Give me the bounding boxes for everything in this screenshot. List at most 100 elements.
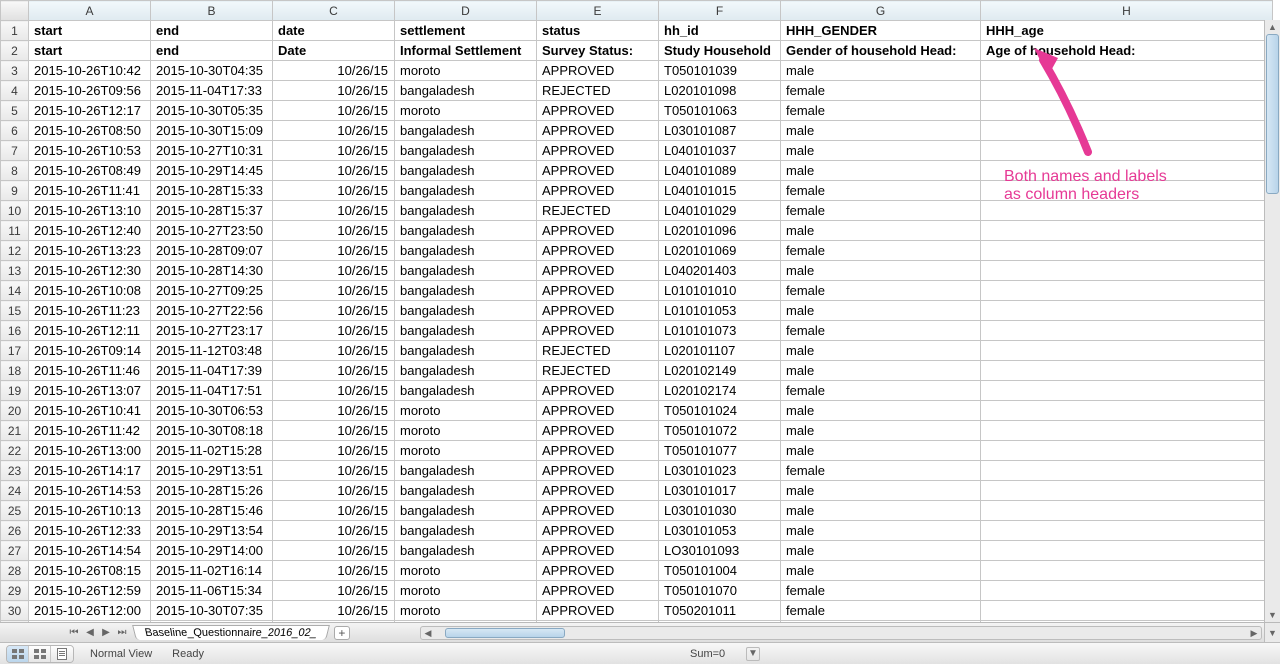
cell[interactable]: 2015-10-26T11:42 xyxy=(29,421,151,441)
row-header[interactable]: 11 xyxy=(1,221,29,241)
scroll-right-icon[interactable]: ▶ xyxy=(1247,627,1261,639)
cell[interactable]: 2015-10-26T12:00 xyxy=(29,601,151,621)
cell[interactable]: T050101039 xyxy=(659,61,781,81)
cell[interactable] xyxy=(981,461,1273,481)
row-header[interactable]: 18 xyxy=(1,361,29,381)
scroll-up-icon[interactable]: ▲ xyxy=(1265,20,1280,34)
cell[interactable]: T050101070 xyxy=(659,581,781,601)
cell[interactable]: 10/26/15 xyxy=(273,321,395,341)
cell[interactable]: 2015-10-29T14:00 xyxy=(151,541,273,561)
horizontal-scroll-thumb[interactable] xyxy=(445,628,565,638)
cell[interactable] xyxy=(981,121,1273,141)
cell[interactable]: male xyxy=(781,161,981,181)
cell[interactable]: male xyxy=(781,481,981,501)
cell[interactable]: 2015-10-26T09:14 xyxy=(29,341,151,361)
cell[interactable]: 2015-10-26T12:11 xyxy=(29,321,151,341)
cell[interactable]: bangaladesh xyxy=(395,361,537,381)
cell[interactable]: 2015-10-26T08:15 xyxy=(29,561,151,581)
cell[interactable]: 2015-10-30T05:35 xyxy=(151,101,273,121)
cell[interactable]: L030101017 xyxy=(659,481,781,501)
cell[interactable]: L020101107 xyxy=(659,341,781,361)
cell[interactable] xyxy=(981,341,1273,361)
cell[interactable]: 10/26/15 xyxy=(273,341,395,361)
cell[interactable]: bangaladesh xyxy=(395,461,537,481)
cell[interactable]: female xyxy=(781,201,981,221)
cell[interactable] xyxy=(981,181,1273,201)
row-header[interactable]: 27 xyxy=(1,541,29,561)
cell[interactable]: HHH_GENDER xyxy=(781,21,981,41)
cell[interactable]: APPROVED xyxy=(537,561,659,581)
cell[interactable]: 2015-10-29T14:45 xyxy=(151,161,273,181)
cell[interactable]: Date xyxy=(273,41,395,61)
cell[interactable]: APPROVED xyxy=(537,101,659,121)
cell[interactable]: 2015-10-26T14:53 xyxy=(29,481,151,501)
cell[interactable]: L020102174 xyxy=(659,381,781,401)
cell[interactable]: 2015-10-29T13:51 xyxy=(151,461,273,481)
cell[interactable]: female xyxy=(781,581,981,601)
add-sheet-button[interactable]: + xyxy=(334,626,350,640)
row-header[interactable]: 22 xyxy=(1,441,29,461)
cell[interactable]: APPROVED xyxy=(537,381,659,401)
row-header[interactable]: 8 xyxy=(1,161,29,181)
cell[interactable]: bangaladesh xyxy=(395,201,537,221)
cell[interactable]: 2015-10-30T08:18 xyxy=(151,421,273,441)
cell[interactable]: female xyxy=(781,101,981,121)
cell[interactable]: REJECTED xyxy=(537,81,659,101)
cell[interactable]: bangaladesh xyxy=(395,221,537,241)
cell[interactable]: moroto xyxy=(395,581,537,601)
column-header[interactable]: E xyxy=(537,1,659,21)
cell[interactable]: 2015-10-26T10:42 xyxy=(29,61,151,81)
cell[interactable]: 10/26/15 xyxy=(273,201,395,221)
cell[interactable] xyxy=(981,101,1273,121)
cell[interactable]: L040201403 xyxy=(659,261,781,281)
cell[interactable] xyxy=(981,401,1273,421)
cell[interactable]: 2015-10-26T13:00 xyxy=(29,441,151,461)
row-header[interactable]: 14 xyxy=(1,281,29,301)
cell[interactable]: 2015-10-28T14:30 xyxy=(151,261,273,281)
cell[interactable]: female xyxy=(781,461,981,481)
cell[interactable] xyxy=(981,301,1273,321)
row-header[interactable]: 30 xyxy=(1,601,29,621)
cell[interactable] xyxy=(981,601,1273,621)
cell[interactable]: APPROVED xyxy=(537,141,659,161)
cell[interactable]: 10/26/15 xyxy=(273,261,395,281)
cell[interactable]: male xyxy=(781,341,981,361)
cell[interactable]: male xyxy=(781,421,981,441)
row-header[interactable]: 20 xyxy=(1,401,29,421)
cell[interactable]: REJECTED xyxy=(537,201,659,221)
cell[interactable]: APPROVED xyxy=(537,521,659,541)
cell[interactable]: male xyxy=(781,121,981,141)
cell[interactable]: bangaladesh xyxy=(395,321,537,341)
column-header[interactable]: D xyxy=(395,1,537,21)
cell[interactable]: APPROVED xyxy=(537,181,659,201)
cell[interactable]: 2015-11-02T16:14 xyxy=(151,561,273,581)
cell[interactable]: 2015-11-04T17:39 xyxy=(151,361,273,381)
cell[interactable]: L020101096 xyxy=(659,221,781,241)
cell[interactable]: HHH_age xyxy=(981,21,1273,41)
cell[interactable]: end xyxy=(151,21,273,41)
row-header[interactable]: 17 xyxy=(1,341,29,361)
cell[interactable]: L020101069 xyxy=(659,241,781,261)
column-header[interactable]: C xyxy=(273,1,395,21)
cell[interactable]: L030101023 xyxy=(659,461,781,481)
row-header[interactable]: 23 xyxy=(1,461,29,481)
cell[interactable]: 2015-10-26T13:23 xyxy=(29,241,151,261)
cell[interactable]: 10/26/15 xyxy=(273,441,395,461)
cell[interactable]: female xyxy=(781,181,981,201)
cell[interactable]: 2015-10-26T11:23 xyxy=(29,301,151,321)
row-header[interactable]: 13 xyxy=(1,261,29,281)
cell[interactable]: APPROVED xyxy=(537,441,659,461)
cell[interactable] xyxy=(981,421,1273,441)
cell[interactable] xyxy=(981,61,1273,81)
cell[interactable] xyxy=(981,221,1273,241)
cell[interactable]: APPROVED xyxy=(537,301,659,321)
cell[interactable]: 2015-11-02T15:28 xyxy=(151,441,273,461)
cell[interactable]: T050101063 xyxy=(659,101,781,121)
cell[interactable]: APPROVED xyxy=(537,261,659,281)
tab-last-icon[interactable]: ⏭ xyxy=(114,626,130,640)
cell[interactable]: 2015-11-04T17:51 xyxy=(151,381,273,401)
cell[interactable]: 10/26/15 xyxy=(273,301,395,321)
scroll-left-icon[interactable]: ◀ xyxy=(421,627,435,639)
cell[interactable]: bangaladesh xyxy=(395,301,537,321)
cell[interactable]: APPROVED xyxy=(537,541,659,561)
